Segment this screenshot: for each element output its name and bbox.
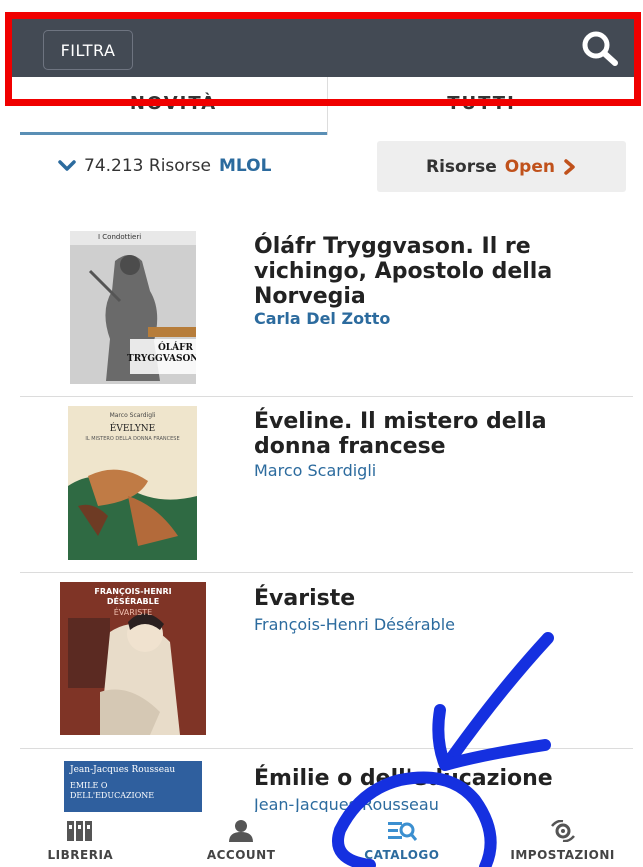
library-icon xyxy=(67,821,93,841)
list-item[interactable]: Jean-Jacques Rousseau EMILE O DELL'EDUCA… xyxy=(20,749,633,819)
chevron-right-icon xyxy=(564,158,575,175)
nav-catalogo[interactable]: CATALOGO xyxy=(322,812,483,867)
book-title: Óláfr Tryggvason. Il re vichingo, Aposto… xyxy=(254,234,553,309)
cover-author: Jean-Jacques Rousseau xyxy=(70,765,176,775)
list-item[interactable]: Marco Scardigli ÉVELYNE IL MISTERO DELLA… xyxy=(20,397,633,573)
mlol-resources-toggle[interactable]: 74.213 Risorse MLOL xyxy=(58,152,271,180)
book-cover: FRANÇOIS-HENRI DÉSÉRABLE ÉVARISTE xyxy=(60,582,206,735)
list-item[interactable]: I Condottieri ÓLÁFR TRYGGVASON Óláfr Try… xyxy=(20,221,633,397)
cover-title: EMILE O DELL'EDUCAZIONE xyxy=(70,781,155,800)
tab-label: TUTTI xyxy=(447,93,516,114)
tab-tutti[interactable]: TUTTI xyxy=(328,77,635,135)
bottom-navigation: LIBRERIA ACCOUNT CATALOGO IMPOSTAZIONI xyxy=(0,812,643,867)
tab-novita[interactable]: NOVITÀ xyxy=(20,77,327,135)
gear-icon xyxy=(550,820,575,842)
cover-title: ÉVARISTE xyxy=(113,608,153,617)
chevron-down-icon xyxy=(58,160,76,171)
catalog-search-icon xyxy=(387,822,417,841)
book-author[interactable]: Carla Del Zotto xyxy=(254,309,390,328)
nav-label: CATALOGO xyxy=(364,848,440,862)
book-title: Évariste xyxy=(254,586,356,611)
user-icon xyxy=(229,820,254,842)
cover-series: I Condottieri xyxy=(98,233,142,241)
book-author[interactable]: François-Henri Désérable xyxy=(254,615,455,634)
book-author[interactable]: Marco Scardigli xyxy=(254,461,376,480)
book-list: I Condottieri ÓLÁFR TRYGGVASON Óláfr Try… xyxy=(20,221,633,819)
tab-bar: NOVITÀ TUTTI xyxy=(20,77,635,135)
nav-label: ACCOUNT xyxy=(206,848,276,862)
tab-label: NOVITÀ xyxy=(129,93,218,114)
open-label: Open xyxy=(504,156,555,177)
cover-author: FRANÇOIS-HENRI DÉSÉRABLE xyxy=(94,587,172,606)
list-item[interactable]: FRANÇOIS-HENRI DÉSÉRABLE ÉVARISTE Évaris… xyxy=(20,573,633,749)
top-bar: FILTRA xyxy=(12,18,634,77)
search-icon[interactable] xyxy=(578,28,622,68)
nav-label: IMPOSTAZIONI xyxy=(510,848,615,862)
nav-label: LIBRERIA xyxy=(47,848,114,862)
mlol-count: 74.213 Risorse xyxy=(84,156,211,176)
book-title: Éveline. Il mistero della donna francese xyxy=(254,409,547,459)
book-cover: I Condottieri ÓLÁFR TRYGGVASON xyxy=(70,231,196,384)
nav-impostazioni[interactable]: IMPOSTAZIONI xyxy=(482,812,643,867)
cover-title: ÓLÁFR TRYGGVASON xyxy=(127,343,196,364)
nav-libreria[interactable]: LIBRERIA xyxy=(0,812,161,867)
cover-title: ÉVELYNE xyxy=(109,424,156,434)
cover-subtitle: IL MISTERO DELLA DONNA FRANCESE xyxy=(85,436,180,442)
cover-author: Marco Scardigli xyxy=(109,412,156,419)
filter-button[interactable]: FILTRA xyxy=(43,30,133,70)
open-prefix: Risorse xyxy=(425,156,497,177)
open-resources-button[interactable]: Risorse Open xyxy=(377,141,626,192)
mlol-label: MLOL xyxy=(219,156,272,176)
book-title: Émilie o dell'educazione xyxy=(254,766,553,791)
book-cover: Marco Scardigli ÉVELYNE IL MISTERO DELLA… xyxy=(68,406,197,560)
nav-account[interactable]: ACCOUNT xyxy=(161,812,322,867)
book-cover: Jean-Jacques Rousseau EMILE O DELL'EDUCA… xyxy=(64,761,202,819)
